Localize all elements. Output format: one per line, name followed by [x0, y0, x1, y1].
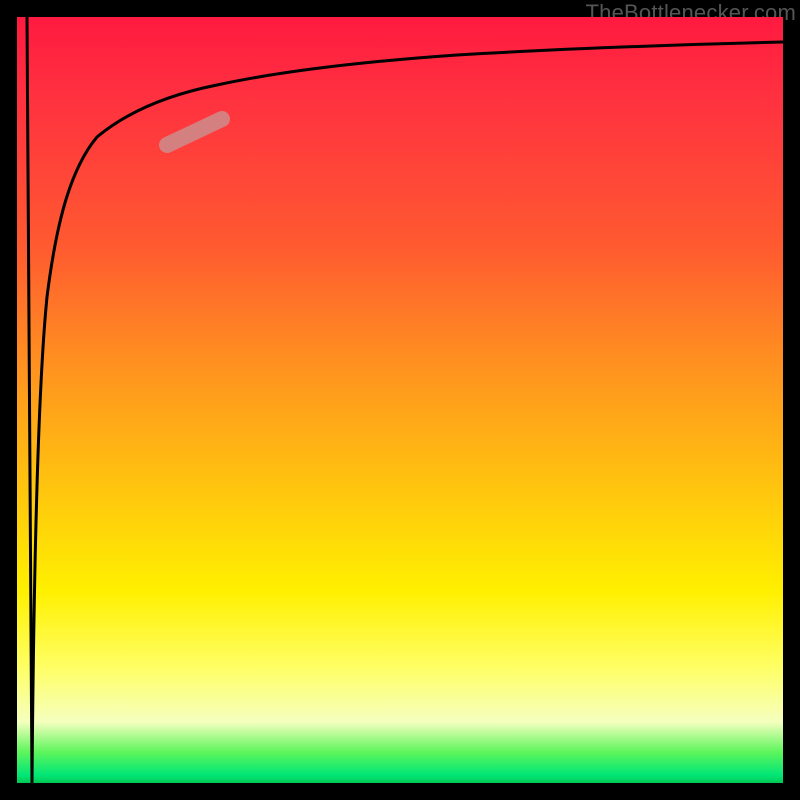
marker-pill — [167, 119, 222, 145]
bottleneck-curve-up — [32, 42, 783, 783]
curve-layer — [17, 17, 783, 783]
bottleneck-curve-down — [27, 17, 32, 783]
chart-frame: TheBottlenecker.com — [0, 0, 800, 800]
plot-area — [17, 17, 783, 783]
